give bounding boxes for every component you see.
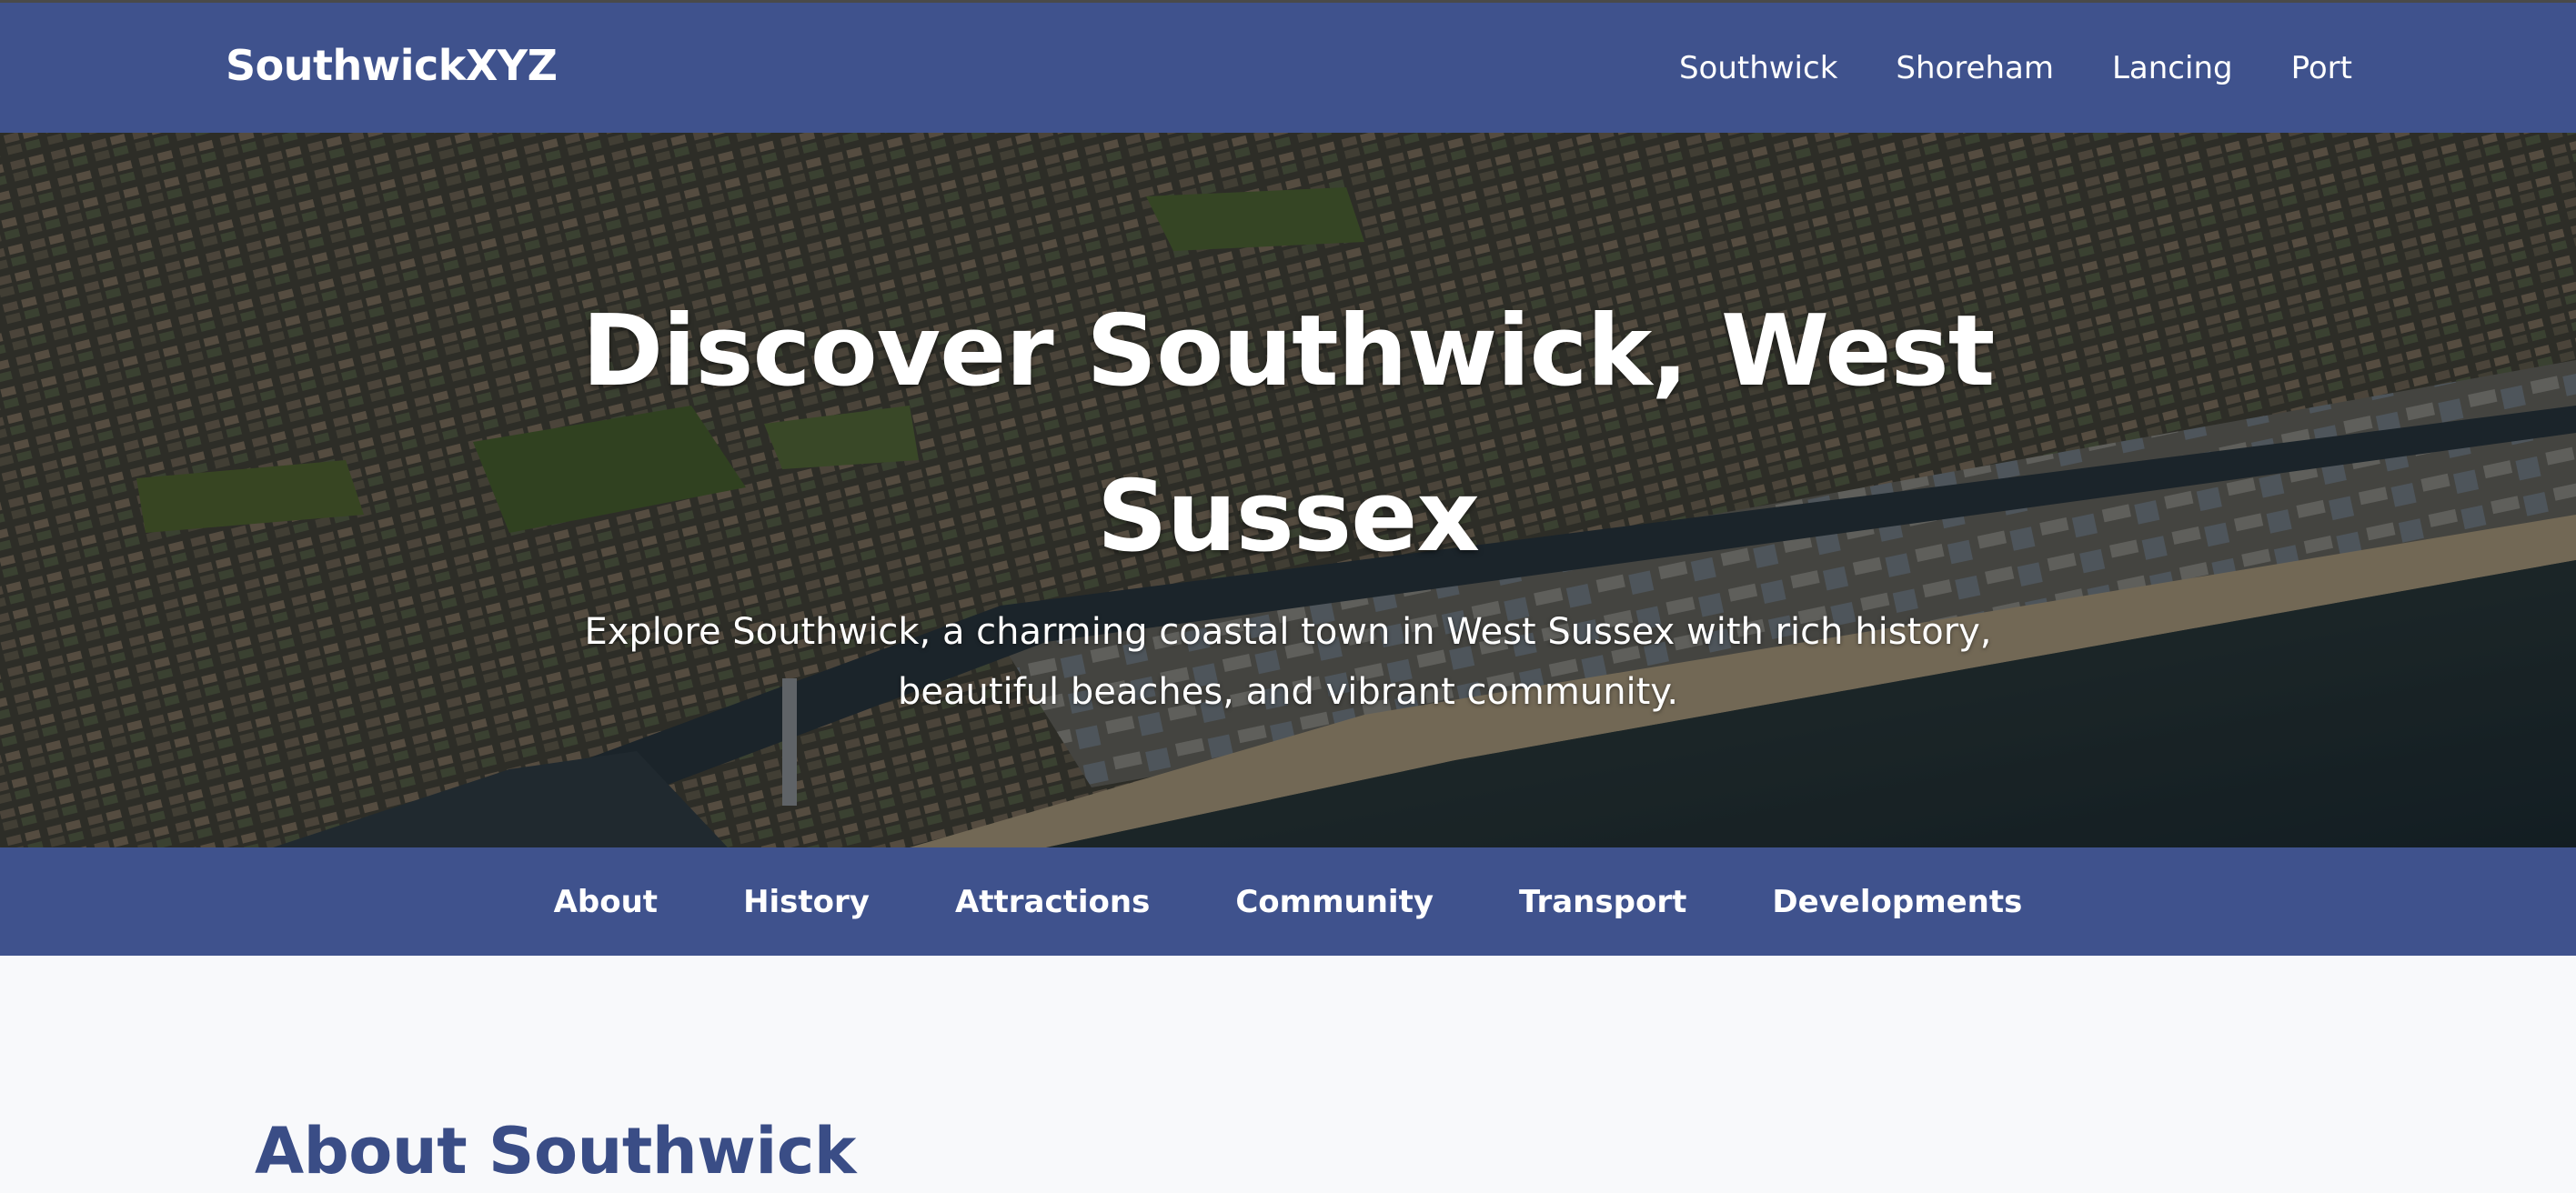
section-link-attractions[interactable]: Attractions — [955, 884, 1150, 920]
top-navigation: Southwick Shoreham Lancing Port — [1679, 50, 2352, 86]
about-section-heading: About Southwick — [255, 1114, 856, 1188]
section-link-history[interactable]: History — [743, 884, 870, 920]
section-link-community[interactable]: Community — [1235, 884, 1434, 920]
hero-content: Discover Southwick, West Sussex Explore … — [0, 133, 2576, 847]
hero-title: Discover Southwick, West Sussex — [581, 295, 1996, 574]
section-link-about[interactable]: About — [554, 884, 658, 920]
section-navigation: About History Attractions Community Tran… — [0, 847, 2576, 956]
hero-subtitle: Explore Southwick, a charming coastal to… — [584, 611, 1992, 713]
hero-banner: Discover Southwick, West Sussex Explore … — [0, 133, 2576, 847]
section-link-transport[interactable]: Transport — [1519, 884, 1686, 920]
nav-link-shoreham[interactable]: Shoreham — [1896, 50, 2054, 86]
brand-logo-link[interactable]: SouthwickXYZ — [226, 41, 558, 90]
site-header: SouthwickXYZ Southwick Shoreham Lancing … — [0, 0, 2576, 133]
nav-link-southwick[interactable]: Southwick — [1679, 50, 1837, 86]
nav-link-port[interactable]: Port — [2291, 50, 2352, 86]
main-content: About Southwick — [0, 956, 2576, 1193]
section-link-developments[interactable]: Developments — [1772, 884, 2022, 920]
nav-link-lancing[interactable]: Lancing — [2112, 50, 2233, 86]
